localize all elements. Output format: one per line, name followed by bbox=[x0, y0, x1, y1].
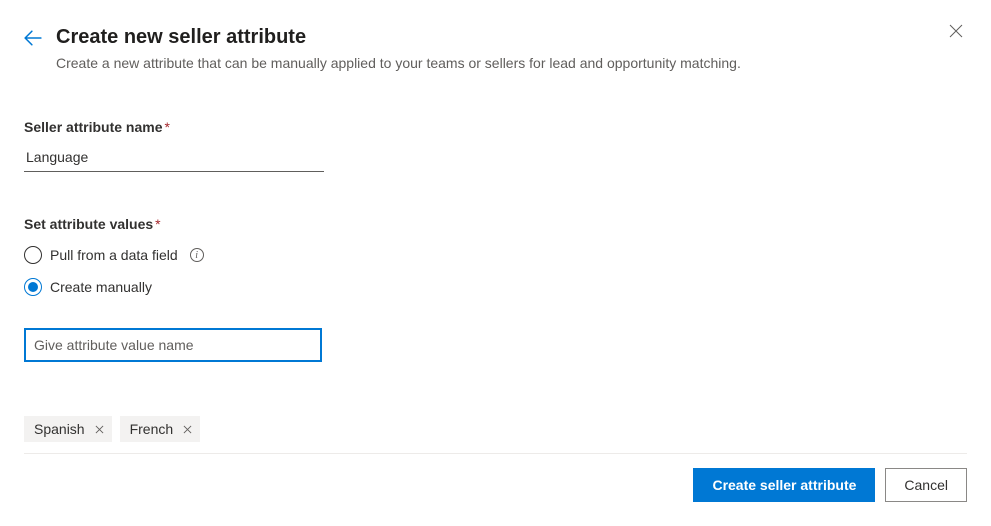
create-button[interactable]: Create seller attribute bbox=[693, 468, 875, 502]
footer-buttons: Create seller attribute Cancel bbox=[24, 468, 967, 502]
required-marker: * bbox=[155, 216, 160, 232]
form-area: Seller attribute name* Set attribute val… bbox=[24, 119, 967, 442]
header-row: Create new seller attribute bbox=[24, 26, 967, 49]
required-marker: * bbox=[165, 119, 170, 135]
chip-remove-button[interactable] bbox=[183, 425, 192, 434]
page-subtitle: Create a new attribute that can be manua… bbox=[56, 55, 967, 71]
close-icon bbox=[183, 425, 192, 434]
radio-icon bbox=[24, 278, 42, 296]
chip-french: French bbox=[120, 416, 201, 442]
set-values-label: Set attribute values bbox=[24, 216, 153, 232]
name-field-group: Seller attribute name* bbox=[24, 119, 967, 172]
back-button[interactable] bbox=[24, 29, 42, 47]
footer: Create seller attribute Cancel bbox=[24, 453, 967, 502]
close-icon bbox=[95, 425, 104, 434]
radio-icon bbox=[24, 246, 42, 264]
chip-label: French bbox=[130, 421, 174, 437]
info-icon[interactable]: i bbox=[190, 248, 204, 262]
radio-group: Pull from a data field i Create manually bbox=[24, 246, 967, 296]
radio-label: Pull from a data field bbox=[50, 247, 178, 263]
close-button[interactable] bbox=[947, 22, 965, 40]
page-title: Create new seller attribute bbox=[56, 26, 306, 49]
close-icon bbox=[949, 24, 963, 38]
create-attribute-panel: Create new seller attribute Create a new… bbox=[0, 0, 991, 526]
divider bbox=[24, 453, 967, 454]
radio-inner-icon bbox=[28, 282, 38, 292]
chip-remove-button[interactable] bbox=[95, 425, 104, 434]
radio-pull-from-field[interactable]: Pull from a data field i bbox=[24, 246, 967, 264]
cancel-button[interactable]: Cancel bbox=[885, 468, 967, 502]
set-values-group: Set attribute values* Pull from a data f… bbox=[24, 216, 967, 442]
attribute-name-input[interactable] bbox=[24, 143, 324, 172]
chip-list: Spanish French bbox=[24, 416, 967, 442]
arrow-left-icon bbox=[24, 29, 42, 47]
chip-label: Spanish bbox=[34, 421, 85, 437]
attribute-value-input[interactable] bbox=[24, 328, 322, 362]
name-field-label: Seller attribute name bbox=[24, 119, 163, 135]
chip-spanish: Spanish bbox=[24, 416, 112, 442]
radio-label: Create manually bbox=[50, 279, 152, 295]
radio-create-manually[interactable]: Create manually bbox=[24, 278, 967, 296]
